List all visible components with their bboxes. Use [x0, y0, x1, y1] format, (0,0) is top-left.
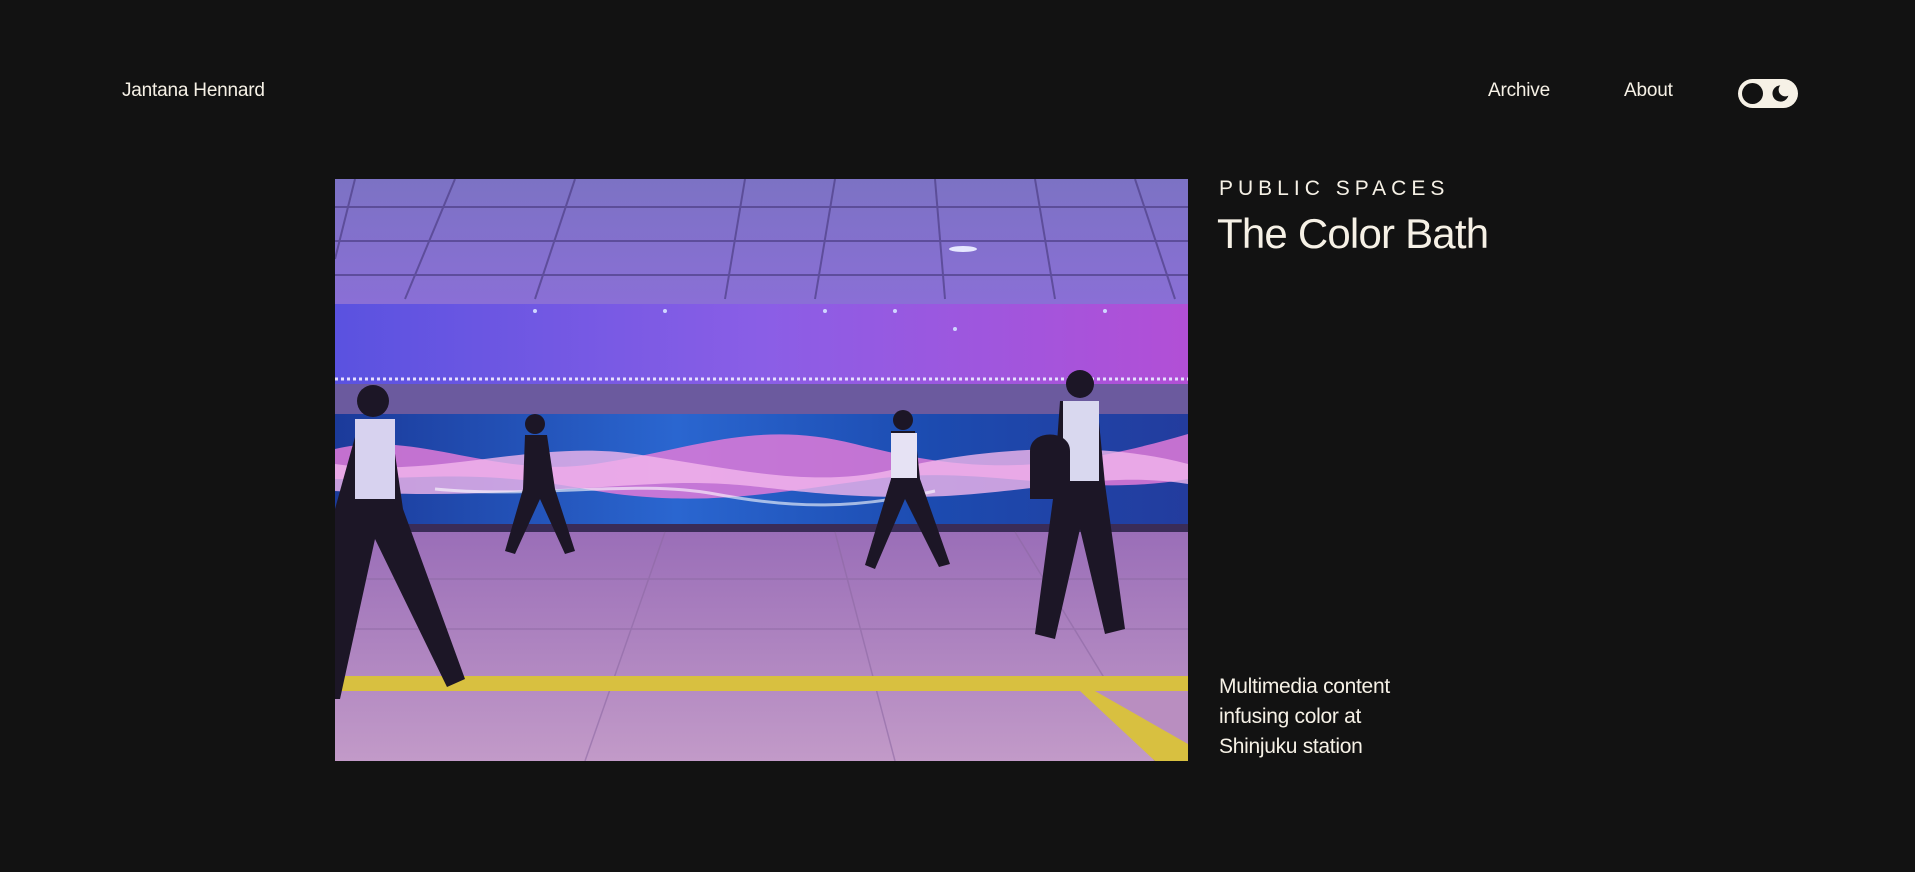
description-line: Shinjuku station — [1219, 735, 1363, 758]
project-title: The Color Bath — [1217, 210, 1489, 257]
toggle-knob-icon — [1742, 83, 1763, 104]
project-description: Multimedia content infusing color at Shi… — [1219, 672, 1429, 762]
moon-icon — [1772, 85, 1789, 102]
page: Jantana Hennard Archive About PUBLIC SPA… — [0, 0, 1915, 872]
project-hero-image[interactable] — [335, 179, 1188, 761]
project-category: PUBLIC SPACES — [1219, 177, 1450, 200]
theme-toggle[interactable] — [1738, 79, 1798, 108]
site-name-link[interactable]: Jantana Hennard — [122, 80, 265, 102]
description-line: infusing color at — [1219, 705, 1361, 728]
nav-about-link[interactable]: About — [1624, 80, 1673, 102]
shinjuku-station-photo — [335, 179, 1188, 761]
description-line: Multimedia content — [1219, 675, 1390, 698]
nav-archive-link[interactable]: Archive — [1488, 80, 1550, 102]
